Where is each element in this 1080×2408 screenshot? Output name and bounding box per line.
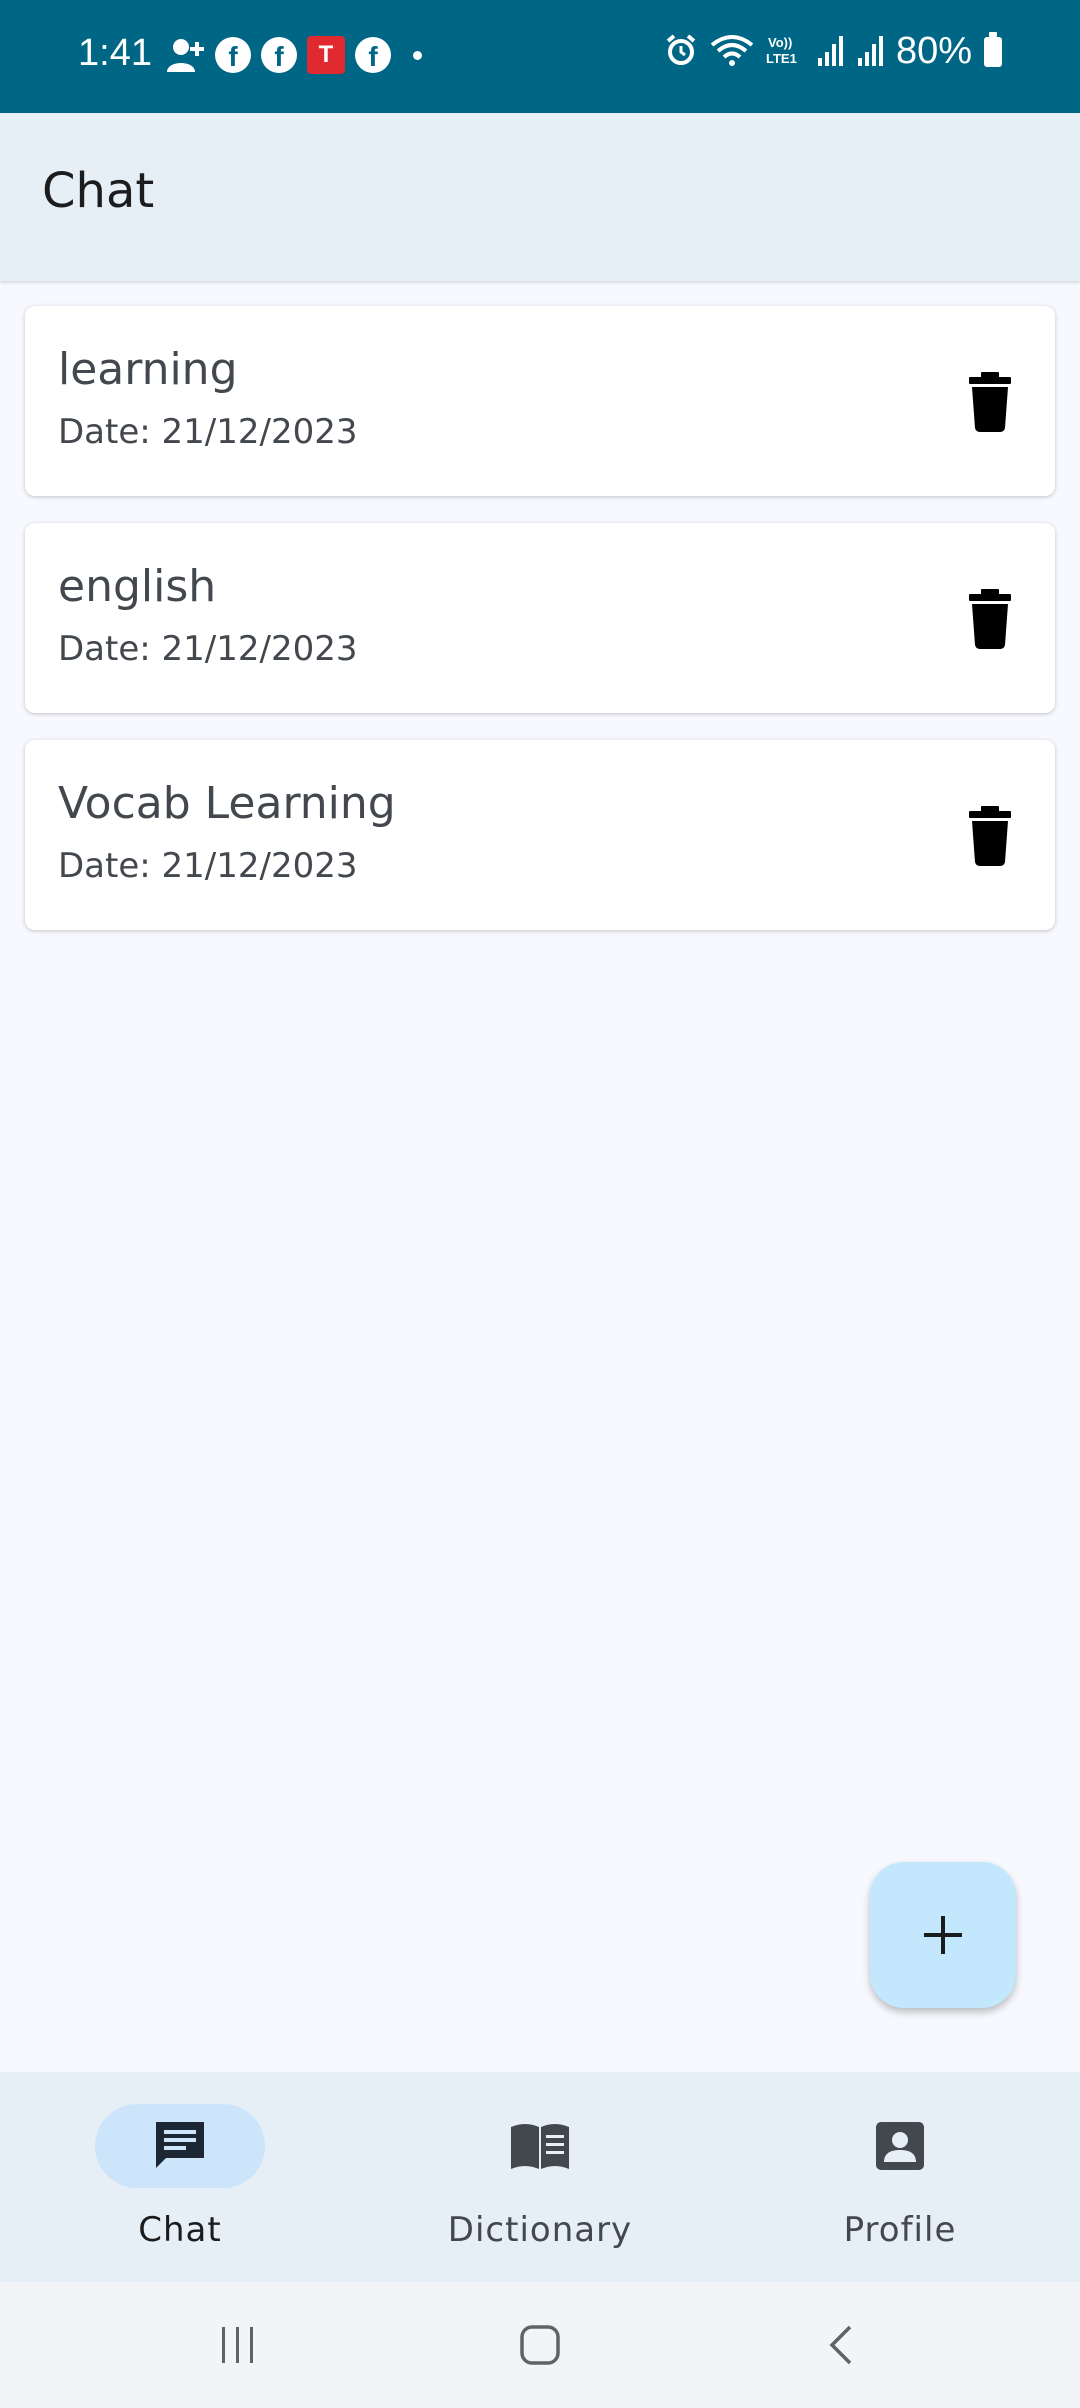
- chat-date: Date: 21/12/2023: [58, 412, 358, 452]
- system-status-icons: Vo)) LTE1 80%: [664, 30, 1002, 73]
- chat-icon: [156, 2122, 204, 2168]
- chat-card[interactable]: learning Date: 21/12/2023: [25, 306, 1055, 496]
- book-icon: [511, 2124, 569, 2169]
- new-chat-button[interactable]: [870, 1862, 1016, 2008]
- chat-card[interactable]: Vocab Learning Date: 21/12/2023: [25, 740, 1055, 930]
- signal-icon: [816, 34, 844, 70]
- delete-button[interactable]: [967, 806, 1013, 866]
- nav-label-chat: Chat: [138, 2210, 222, 2250]
- facebook-icon: f: [261, 37, 297, 73]
- chat-title: learning: [58, 344, 238, 395]
- bottom-navigation: Chat Dictionary Profile: [0, 2072, 1080, 2282]
- recent-apps-button[interactable]: [198, 2310, 278, 2380]
- status-time: 1:41: [78, 32, 152, 74]
- battery-level: 80%: [895, 30, 972, 72]
- profile-icon: [876, 2122, 924, 2170]
- facebook-icon: f: [355, 37, 391, 73]
- facebook-icon: f: [215, 37, 251, 73]
- page-title: Chat: [42, 163, 155, 219]
- status-bar: 1:41 f f T f Vo)) LTE1 80%: [0, 0, 1080, 113]
- battery-icon: [984, 31, 1002, 67]
- delete-button[interactable]: [967, 372, 1013, 432]
- wifi-icon: [710, 33, 754, 71]
- chat-title: english: [58, 561, 217, 612]
- back-button[interactable]: [802, 2310, 882, 2380]
- chat-date: Date: 21/12/2023: [58, 846, 358, 886]
- nav-active-indicator: [95, 2104, 265, 2188]
- nav-label-dictionary: Dictionary: [447, 2210, 633, 2250]
- nav-icon-container: [455, 2104, 625, 2188]
- trash-icon: [969, 806, 1011, 866]
- chat-list: learning Date: 21/12/2023 english Date: …: [25, 306, 1055, 957]
- app-bar: Chat: [0, 113, 1080, 281]
- notification-icons: f f T f: [165, 36, 422, 74]
- alarm-icon: [664, 33, 698, 71]
- dot-icon: [413, 50, 422, 60]
- plus-icon: [924, 1916, 962, 1954]
- chat-title: Vocab Learning: [58, 778, 396, 829]
- nav-item-profile[interactable]: Profile: [720, 2072, 1080, 2282]
- nav-item-dictionary[interactable]: Dictionary: [360, 2072, 720, 2282]
- trash-icon: [969, 372, 1011, 432]
- chat-date: Date: 21/12/2023: [58, 629, 358, 669]
- home-icon: [520, 2325, 560, 2365]
- svg-text:Vo)): Vo)): [768, 35, 792, 50]
- system-navigation-bar: [0, 2282, 1080, 2408]
- nav-icon-container: [815, 2104, 985, 2188]
- nav-item-chat[interactable]: Chat: [0, 2072, 360, 2282]
- recent-apps-icon: [222, 2327, 253, 2363]
- trash-icon: [969, 589, 1011, 649]
- nav-label-profile: Profile: [843, 2210, 957, 2250]
- t-app-icon: T: [307, 36, 345, 74]
- delete-button[interactable]: [967, 589, 1013, 649]
- signal-icon: [856, 34, 884, 70]
- svg-text:LTE1: LTE1: [766, 51, 797, 66]
- home-button[interactable]: [500, 2310, 580, 2380]
- chat-card[interactable]: english Date: 21/12/2023: [25, 523, 1055, 713]
- back-icon: [829, 2325, 852, 2365]
- volte-icon: Vo)) LTE1: [766, 33, 804, 71]
- add-person-icon: [165, 36, 205, 74]
